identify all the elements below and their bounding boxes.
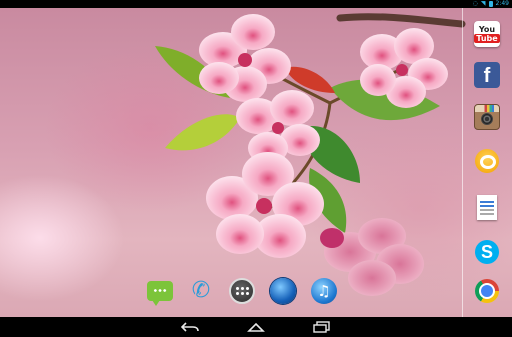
status-time: 2:49 (495, 0, 509, 7)
skype-glyph: S (475, 240, 499, 264)
side-dock: You Tube f S (462, 8, 512, 317)
skype-icon[interactable]: S (474, 239, 500, 265)
status-icons: ◌ ◥ 2:49 (473, 0, 509, 8)
browser-icon[interactable] (268, 276, 298, 306)
wifi-icon: ◥ (480, 0, 486, 7)
status-bar: ◌ ◥ 2:49 (0, 0, 512, 8)
blossom-illustration (155, 13, 466, 296)
battery-icon (488, 1, 493, 7)
back-icon[interactable] (170, 317, 210, 337)
hotseat: ✆ ♫ (145, 275, 339, 307)
youtube-icon[interactable]: You Tube (474, 21, 500, 47)
facebook-icon[interactable]: f (474, 62, 500, 88)
phone-icon[interactable]: ✆ (186, 276, 216, 306)
cherry-blossom-wallpaper (0, 8, 512, 317)
instagram-icon[interactable] (474, 104, 500, 130)
document-icon[interactable] (474, 194, 500, 220)
navigation-bar (0, 317, 512, 337)
notification-icon: ◌ (472, 0, 478, 7)
recents-icon[interactable] (302, 317, 342, 337)
facebook-glyph: f (474, 62, 500, 88)
go-launcher-icon[interactable] (474, 148, 500, 174)
home-icon[interactable] (236, 317, 276, 337)
youtube-label-tube: Tube (474, 34, 500, 43)
messaging-icon[interactable] (145, 276, 175, 306)
app-drawer-icon[interactable] (227, 276, 257, 306)
chrome-icon[interactable] (474, 278, 500, 304)
youtube-label-you: You (478, 25, 496, 34)
music-icon[interactable]: ♫ (309, 276, 339, 306)
